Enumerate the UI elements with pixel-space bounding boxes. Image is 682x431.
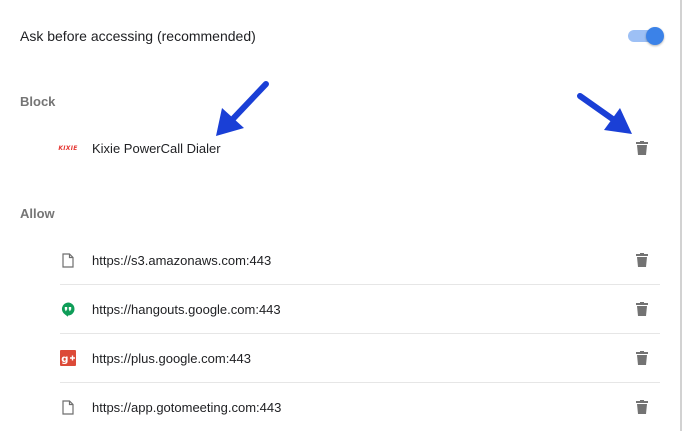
toggle-knob [646, 27, 664, 45]
allowed-site-label: https://app.gotomeeting.com:443 [92, 399, 282, 415]
delete-allowed-site-button[interactable] [634, 300, 650, 318]
allowed-site-label: https://plus.google.com:443 [92, 350, 251, 366]
trash-icon [636, 253, 648, 267]
file-icon [60, 252, 76, 268]
delete-allowed-site-button[interactable] [634, 251, 650, 269]
hangouts-icon [60, 301, 76, 317]
annotation-arrow-icon [216, 81, 269, 136]
allowed-site-row: https://s3.amazonaws.com:443 [60, 236, 660, 284]
file-icon [60, 399, 76, 415]
ask-before-accessing-toggle[interactable] [628, 27, 664, 45]
trash-icon [636, 351, 648, 365]
kixie-logo-text: KIXIE [58, 144, 78, 152]
annotation-arrow-icon [577, 93, 632, 134]
delete-blocked-site-button[interactable] [634, 139, 650, 157]
trash-icon [636, 141, 648, 155]
trash-icon [636, 302, 648, 316]
svg-text:g: g [61, 354, 68, 365]
google-plus-icon: g [60, 350, 76, 366]
ask-before-accessing-label: Ask before accessing (recommended) [20, 28, 256, 44]
allowed-site-row: g https://plus.google.com:443 [60, 333, 660, 382]
kixie-logo-icon: KIXIE [58, 140, 78, 156]
allow-heading: Allow [20, 206, 55, 221]
blocked-site-row: KIXIE Kixie PowerCall Dialer [58, 124, 660, 172]
block-heading: Block [20, 94, 56, 109]
site-settings-page: Ask before accessing (recommended) Block… [0, 0, 682, 431]
allowed-site-label: https://hangouts.google.com:443 [92, 301, 281, 317]
delete-allowed-site-button[interactable] [634, 398, 650, 416]
allowed-site-row: https://app.gotomeeting.com:443 [60, 382, 660, 431]
allowed-site-label: https://s3.amazonaws.com:443 [92, 252, 272, 268]
blocked-site-label: Kixie PowerCall Dialer [92, 140, 221, 156]
trash-icon [636, 400, 648, 414]
delete-allowed-site-button[interactable] [634, 349, 650, 367]
allowed-site-row: https://hangouts.google.com:443 [60, 284, 660, 333]
ask-before-accessing-row[interactable]: Ask before accessing (recommended) [20, 24, 664, 48]
